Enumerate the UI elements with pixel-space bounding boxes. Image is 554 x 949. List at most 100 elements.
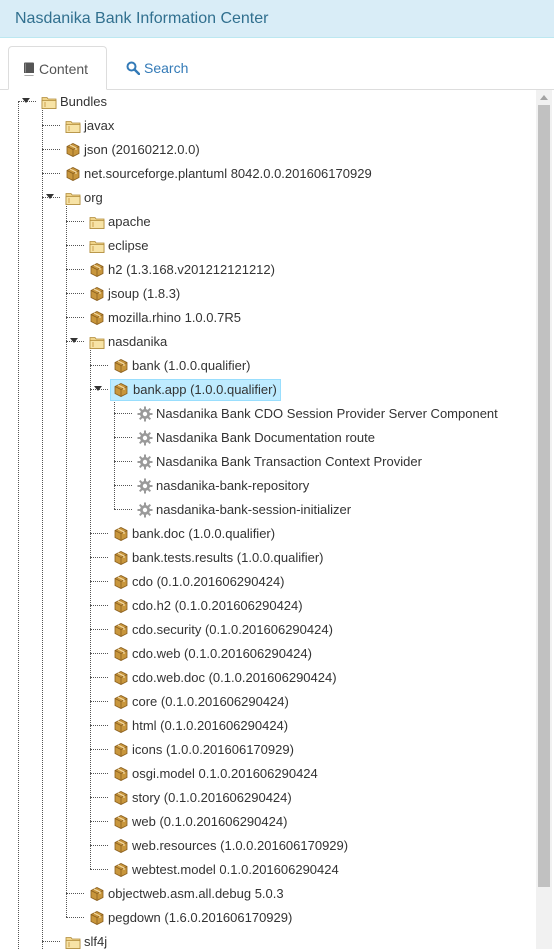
- tab-search[interactable]: Search: [112, 46, 202, 90]
- tab-content[interactable]: Content: [8, 46, 107, 90]
- tree-node[interactable]: org: [62, 187, 106, 209]
- tree-node[interactable]: Nasdanika Bank Documentation route: [134, 427, 378, 449]
- tree-node[interactable]: cdo.h2 (0.1.0.201606290424): [110, 595, 306, 617]
- tree-node[interactable]: slf4j: [62, 931, 110, 949]
- tree-node[interactable]: h2 (1.3.168.v201212121212): [86, 259, 278, 281]
- tree-node-label: html (0.1.0.201606290424): [132, 718, 289, 733]
- tree-node[interactable]: objectweb.asm.all.debug 5.0.3: [86, 883, 287, 905]
- tree-node-label: icons (1.0.0.201606170929): [132, 742, 294, 757]
- gear-icon: [137, 406, 153, 422]
- tree-node[interactable]: osgi.model 0.1.0.201606290424: [110, 763, 321, 785]
- tree-row[interactable]: h2 (1.3.168.v201212121212): [0, 258, 534, 282]
- tree-row[interactable]: nasdanika-bank-session-initializer: [0, 498, 534, 522]
- tree-node[interactable]: jsoup (1.8.3): [86, 283, 183, 305]
- tree-row[interactable]: story (0.1.0.201606290424): [0, 786, 534, 810]
- tree-row[interactable]: apache: [0, 210, 534, 234]
- tree-node[interactable]: cdo.security (0.1.0.201606290424): [110, 619, 336, 641]
- tree-node[interactable]: Nasdanika Bank CDO Session Provider Serv…: [134, 403, 501, 425]
- tree-row[interactable]: nasdanika: [0, 330, 534, 354]
- vertical-scrollbar[interactable]: [536, 90, 552, 949]
- tree-row[interactable]: core (0.1.0.201606290424): [0, 690, 534, 714]
- tree-row[interactable]: bank (1.0.0.qualifier): [0, 354, 534, 378]
- tree-row[interactable]: osgi.model 0.1.0.201606290424: [0, 762, 534, 786]
- tree-row[interactable]: Nasdanika Bank Transaction Context Provi…: [0, 450, 534, 474]
- tree-node[interactable]: webtest.model 0.1.0.201606290424: [110, 859, 342, 881]
- tree-row[interactable]: mozilla.rhino 1.0.0.7R5: [0, 306, 534, 330]
- tree-node[interactable]: core (0.1.0.201606290424): [110, 691, 292, 713]
- expand-toggle-icon[interactable]: [46, 194, 54, 199]
- tree-node[interactable]: Nasdanika Bank Transaction Context Provi…: [134, 451, 425, 473]
- tree-node[interactable]: nasdanika-bank-repository: [134, 475, 312, 497]
- tree-node[interactable]: Bundles: [38, 91, 110, 113]
- tree-row[interactable]: webtest.model 0.1.0.201606290424: [0, 858, 534, 882]
- tree-row[interactable]: javax: [0, 114, 534, 138]
- app-header: Nasdanika Bank Information Center: [0, 0, 554, 38]
- tree-row[interactable]: objectweb.asm.all.debug 5.0.3: [0, 882, 534, 906]
- scrollbar-thumb[interactable]: [538, 105, 550, 887]
- tree-node[interactable]: net.sourceforge.plantuml 8042.0.0.201606…: [62, 163, 375, 185]
- tree-node[interactable]: html (0.1.0.201606290424): [110, 715, 291, 737]
- tree-connector: [90, 557, 108, 558]
- tree-node[interactable]: mozilla.rhino 1.0.0.7R5: [86, 307, 244, 329]
- scroll-up-arrow-icon[interactable]: [540, 95, 548, 100]
- tree-row[interactable]: nasdanika-bank-repository: [0, 474, 534, 498]
- bundle-icon: [113, 790, 129, 806]
- tree-connector: [114, 485, 132, 486]
- tree-row[interactable]: Nasdanika Bank Documentation route: [0, 426, 534, 450]
- tree-node[interactable]: cdo (0.1.0.201606290424): [110, 571, 288, 593]
- tree-row[interactable]: org: [0, 186, 534, 210]
- expand-toggle-icon[interactable]: [94, 386, 102, 391]
- tree-row[interactable]: cdo (0.1.0.201606290424): [0, 570, 534, 594]
- tree-row[interactable]: pegdown (1.6.0.201606170929): [0, 906, 534, 930]
- tree-row[interactable]: icons (1.0.0.201606170929): [0, 738, 534, 762]
- tree-node[interactable]: cdo.web (0.1.0.201606290424): [110, 643, 315, 665]
- tree-connector: [90, 869, 108, 870]
- tree-row[interactable]: cdo.security (0.1.0.201606290424): [0, 618, 534, 642]
- tree-row[interactable]: cdo.web.doc (0.1.0.201606290424): [0, 666, 534, 690]
- tree-node[interactable]: nasdanika-bank-session-initializer: [134, 499, 354, 521]
- tree-row[interactable]: cdo.h2 (0.1.0.201606290424): [0, 594, 534, 618]
- tree-node[interactable]: bank.tests.results (1.0.0.qualifier): [110, 547, 326, 569]
- tree-node[interactable]: eclipse: [86, 235, 151, 257]
- tree-node[interactable]: icons (1.0.0.201606170929): [110, 739, 297, 761]
- tree-node[interactable]: web.resources (1.0.0.201606170929): [110, 835, 351, 857]
- tree-row[interactable]: bank.app (1.0.0.qualifier): [0, 378, 534, 402]
- tree-row[interactable]: eclipse: [0, 234, 534, 258]
- tree-row[interactable]: html (0.1.0.201606290424): [0, 714, 534, 738]
- tree-node[interactable]: bank.doc (1.0.0.qualifier): [110, 523, 278, 545]
- bundle-icon: [89, 886, 105, 902]
- tree-row[interactable]: cdo.web (0.1.0.201606290424): [0, 642, 534, 666]
- bundle-icon: [113, 670, 129, 686]
- tree-row[interactable]: web.resources (1.0.0.201606170929): [0, 834, 534, 858]
- tree-node[interactable]: bank (1.0.0.qualifier): [110, 355, 254, 377]
- content-panel: Bundles javax json (20160212.0.0) net.sourc…: [0, 90, 554, 949]
- tree-connector: [90, 701, 108, 702]
- tree-node[interactable]: web (0.1.0.201606290424): [110, 811, 290, 833]
- bundle-icon: [65, 166, 81, 182]
- tree-row[interactable]: json (20160212.0.0): [0, 138, 534, 162]
- tree-row[interactable]: bank.doc (1.0.0.qualifier): [0, 522, 534, 546]
- tree-row[interactable]: web (0.1.0.201606290424): [0, 810, 534, 834]
- tree-node[interactable]: pegdown (1.6.0.201606170929): [86, 907, 295, 929]
- tree-node[interactable]: apache: [86, 211, 154, 233]
- tree-row[interactable]: jsoup (1.8.3): [0, 282, 534, 306]
- expand-toggle-icon[interactable]: [22, 98, 30, 103]
- tree-node[interactable]: javax: [62, 115, 117, 137]
- tree-row[interactable]: Bundles: [0, 90, 534, 114]
- bundle-icon: [113, 574, 129, 590]
- tree-node[interactable]: story (0.1.0.201606290424): [110, 787, 295, 809]
- tree-row[interactable]: net.sourceforge.plantuml 8042.0.0.201606…: [0, 162, 534, 186]
- expand-toggle-icon[interactable]: [70, 338, 78, 343]
- tree-node[interactable]: json (20160212.0.0): [62, 139, 203, 161]
- tree-row[interactable]: slf4j: [0, 930, 534, 949]
- tree-node-label: eclipse: [108, 238, 149, 253]
- tree-connector: [90, 653, 108, 654]
- tree-row[interactable]: bank.tests.results (1.0.0.qualifier): [0, 546, 534, 570]
- tree-node-label: web (0.1.0.201606290424): [132, 814, 288, 829]
- tree-row[interactable]: Nasdanika Bank CDO Session Provider Serv…: [0, 402, 534, 426]
- tree-node-selected[interactable]: bank.app (1.0.0.qualifier): [110, 379, 281, 401]
- tree-node[interactable]: nasdanika: [86, 331, 170, 353]
- bundle-icon: [113, 814, 129, 830]
- tree-node[interactable]: cdo.web.doc (0.1.0.201606290424): [110, 667, 340, 689]
- bundle-icon: [113, 382, 129, 398]
